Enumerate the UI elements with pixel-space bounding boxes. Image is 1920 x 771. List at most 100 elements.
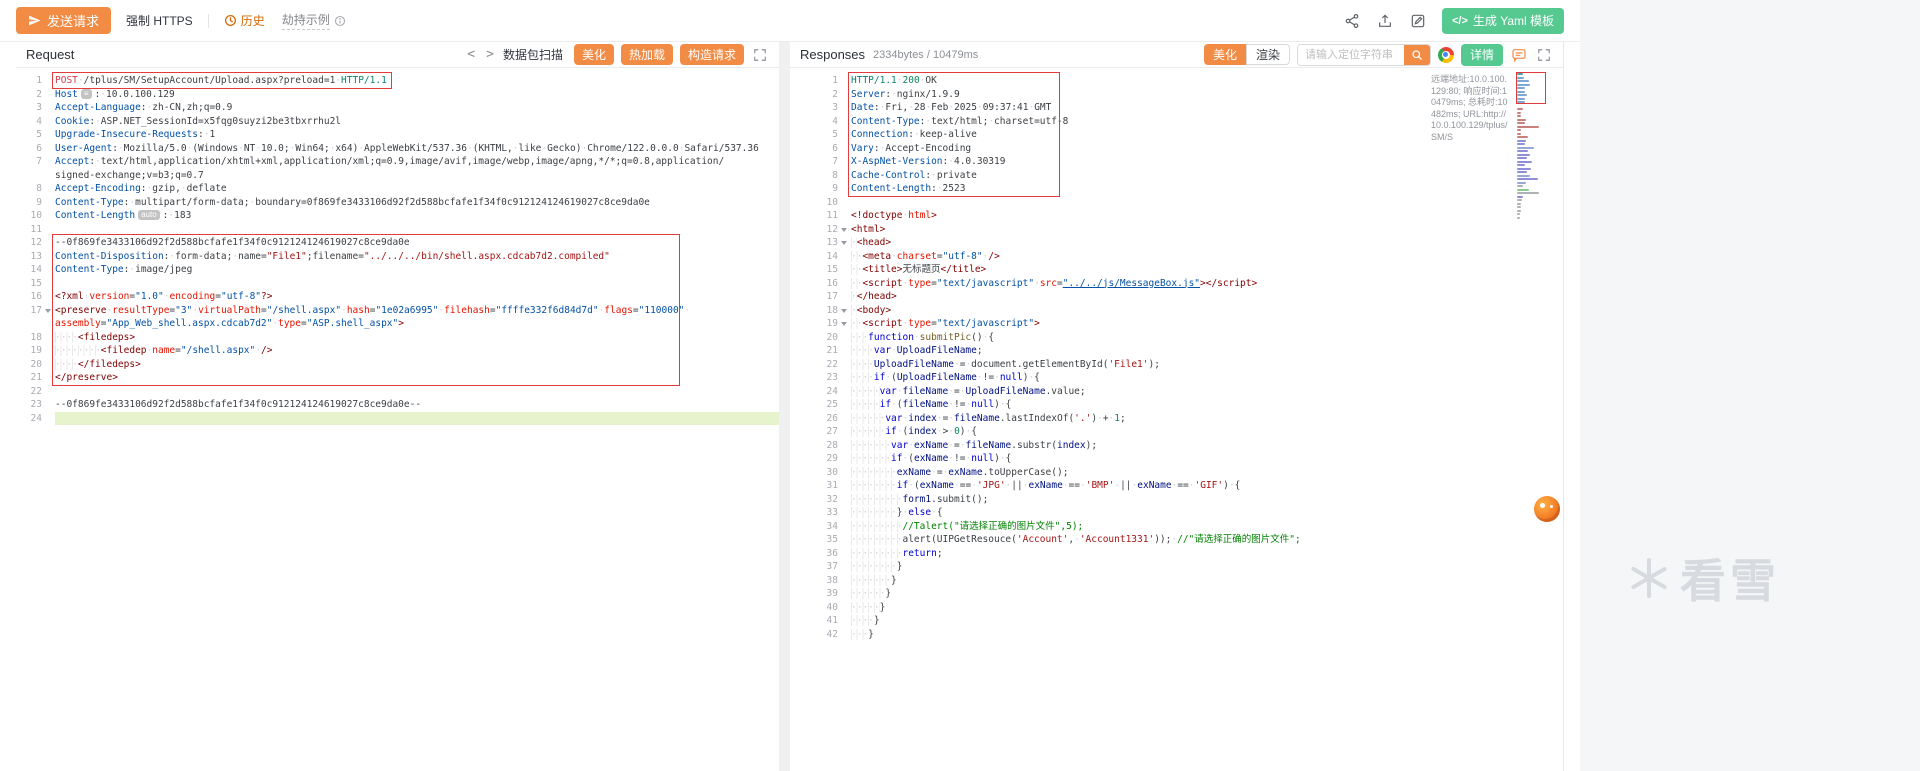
line-number[interactable]: 16 xyxy=(790,277,838,291)
fold-chevron-icon[interactable] xyxy=(838,304,851,318)
code-line[interactable]: 20 ···function·submitPic()·{ xyxy=(790,331,1563,345)
line-number[interactable]: 17 xyxy=(790,290,838,304)
line-number[interactable]: 8 xyxy=(790,169,838,183)
line-number[interactable]: 13 xyxy=(16,250,42,264)
line-number[interactable]: 32 xyxy=(790,493,838,507)
line-number[interactable]: 26 xyxy=(790,412,838,426)
code-line[interactable]: 7 X-AspNet-Version:·4.0.30319 xyxy=(790,155,1563,169)
line-number[interactable]: 3 xyxy=(16,101,42,115)
code-line[interactable]: 29 ·······if·(exName·!=·null)·{ xyxy=(790,452,1563,466)
code-line[interactable]: 21 ····var·UploadFileName; xyxy=(790,344,1563,358)
line-number[interactable]: 25 xyxy=(790,398,838,412)
code-line[interactable]: 19 ··<script·type="text/javascript"> xyxy=(790,317,1563,331)
code-line[interactable]: 2 Host ≡:·10.0.100.129 xyxy=(16,88,779,102)
line-number[interactable]: 36 xyxy=(790,547,838,561)
code-line[interactable]: 6 User-Agent:·Mozilla/5.0·(Windows·NT·10.… xyxy=(16,142,779,156)
line-number[interactable]: 14 xyxy=(790,250,838,264)
code-line[interactable]: 7 Accept:·text/html,application/xhtml+xml… xyxy=(16,155,779,169)
line-number[interactable]: 6 xyxy=(16,142,42,156)
line-number[interactable]: 22 xyxy=(790,358,838,372)
code-line[interactable]: 28 ·······var·exName·=·fileName.substr(in… xyxy=(790,439,1563,453)
code-line[interactable]: signed-exchange;v=b3;q=0.7 xyxy=(16,169,779,183)
code-line[interactable]: 5 Upgrade-Insecure-Requests:·1 xyxy=(16,128,779,142)
code-line[interactable]: 38 ·······} xyxy=(790,574,1563,588)
code-line[interactable]: 27 ······if·(index·>·0)·{ xyxy=(790,425,1563,439)
line-number[interactable] xyxy=(16,169,42,183)
code-line[interactable]: 31 ········if·(exName·==·'JPG'·||·exName·… xyxy=(790,479,1563,493)
code-line[interactable]: 25 ·····if·(fileName·!=·null)·{ xyxy=(790,398,1563,412)
code-line[interactable]: 3 Accept-Language:·zh-CN,zh;q=0.9 xyxy=(16,101,779,115)
line-number[interactable]: 16 xyxy=(16,290,42,304)
line-number[interactable]: 33 xyxy=(790,506,838,520)
fold-chevron-icon[interactable] xyxy=(42,304,55,318)
line-number[interactable]: 2 xyxy=(16,88,42,102)
line-number[interactable]: 5 xyxy=(790,128,838,142)
minimap[interactable] xyxy=(1516,72,1557,220)
line-number[interactable]: 10 xyxy=(16,209,42,223)
fullscreen-icon[interactable] xyxy=(751,46,769,64)
line-number[interactable]: 20 xyxy=(16,358,42,372)
code-line[interactable]: 21 </preserve> xyxy=(16,371,779,385)
code-line[interactable]: 11 xyxy=(16,223,779,237)
line-number[interactable]: 2 xyxy=(790,88,838,102)
line-number[interactable]: 35 xyxy=(790,533,838,547)
response-editor[interactable]: 1 HTTP/1.1·200·OK 2 Server:·nginx/1.9.9 3 Dat… xyxy=(790,68,1563,770)
line-number[interactable]: 41 xyxy=(790,614,838,628)
line-number[interactable]: 39 xyxy=(790,587,838,601)
code-line[interactable]: 41 ····} xyxy=(790,614,1563,628)
code-line[interactable]: 24 xyxy=(16,411,779,425)
code-line[interactable]: 10 xyxy=(790,196,1563,210)
line-number[interactable]: 7 xyxy=(790,155,838,169)
code-line[interactable]: 42 ···} xyxy=(790,628,1563,642)
line-number[interactable]: 21 xyxy=(790,344,838,358)
fold-chevron-icon[interactable] xyxy=(838,236,851,250)
line-number[interactable]: 15 xyxy=(790,263,838,277)
line-number[interactable]: 7 xyxy=(16,155,42,169)
line-number[interactable]: 22 xyxy=(16,385,42,399)
line-number[interactable]: 9 xyxy=(16,196,42,210)
fold-chevron-icon[interactable] xyxy=(838,223,851,237)
line-number[interactable]: 19 xyxy=(16,344,42,358)
code-line[interactable]: 13 ·<head> xyxy=(790,236,1563,250)
hijack-example-link[interactable]: 劫持示例 xyxy=(281,11,346,30)
line-number[interactable]: 1 xyxy=(790,74,838,88)
code-line[interactable]: 10 Content-Length auto:·183 xyxy=(16,209,779,223)
line-number[interactable]: 19 xyxy=(790,317,838,331)
code-line[interactable]: 9 Content-Length:·2523 xyxy=(790,182,1563,196)
render-button[interactable]: 渲染 xyxy=(1245,44,1290,65)
line-number[interactable]: 23 xyxy=(790,371,838,385)
code-line[interactable]: 24 ·····var·fileName·=·UploadFileName.val… xyxy=(790,385,1563,399)
line-number[interactable]: 10 xyxy=(790,196,838,210)
line-number[interactable]: 14 xyxy=(16,263,42,277)
line-number[interactable]: 13 xyxy=(790,236,838,250)
code-line[interactable]: 12 --0f869fe3433106d92f2d588bcfafe1f34f0c… xyxy=(16,236,779,250)
code-line[interactable]: 18 ····<filedeps> xyxy=(16,331,779,345)
panel-divider[interactable] xyxy=(779,42,790,771)
detail-button[interactable]: 详情 xyxy=(1460,43,1503,66)
code-line[interactable]: 17 <preserve·resultType="3"·virtualPath="… xyxy=(16,304,779,318)
line-number[interactable]: 27 xyxy=(790,425,838,439)
inline-badge[interactable]: ≡ xyxy=(80,88,92,99)
code-line[interactable]: 35 ·········alert(UIPGetResouce('Account'… xyxy=(790,533,1563,547)
code-line[interactable]: 40 ·····} xyxy=(790,601,1563,615)
line-number[interactable]: 20 xyxy=(790,331,838,345)
line-number[interactable]: 18 xyxy=(16,331,42,345)
line-number[interactable]: 5 xyxy=(16,128,42,142)
fold-chevron-icon[interactable] xyxy=(838,317,851,331)
code-line[interactable]: 16 <?xml·version="1.0"·encoding="utf-8"?> xyxy=(16,290,779,304)
line-number[interactable]: 40 xyxy=(790,601,838,615)
line-number[interactable]: 15 xyxy=(16,277,42,291)
code-line[interactable]: 36 ·········return; xyxy=(790,547,1563,561)
code-line[interactable]: 14 ··<meta·charset="utf-8"·/> xyxy=(790,250,1563,264)
mascot-icon[interactable] xyxy=(1534,496,1560,522)
line-number[interactable]: 4 xyxy=(16,115,42,129)
history-button[interactable]: 历史 xyxy=(224,12,265,29)
code-line[interactable]: 16 ··<script·type="text/javascript"·src="… xyxy=(790,277,1563,291)
inline-badge[interactable]: auto xyxy=(138,210,160,220)
code-line[interactable]: 19 ········<filedep·name="/shell.aspx"·/> xyxy=(16,344,779,358)
hotload-button[interactable]: 热加载 xyxy=(620,44,673,65)
line-number[interactable]: 1 xyxy=(16,74,42,88)
generate-yaml-button[interactable]: </> 生成 Yaml 模板 xyxy=(1441,7,1564,34)
code-line[interactable]: 8 Accept-Encoding:·gzip,·deflate xyxy=(16,182,779,196)
prev-history-button[interactable]: < xyxy=(465,47,477,62)
